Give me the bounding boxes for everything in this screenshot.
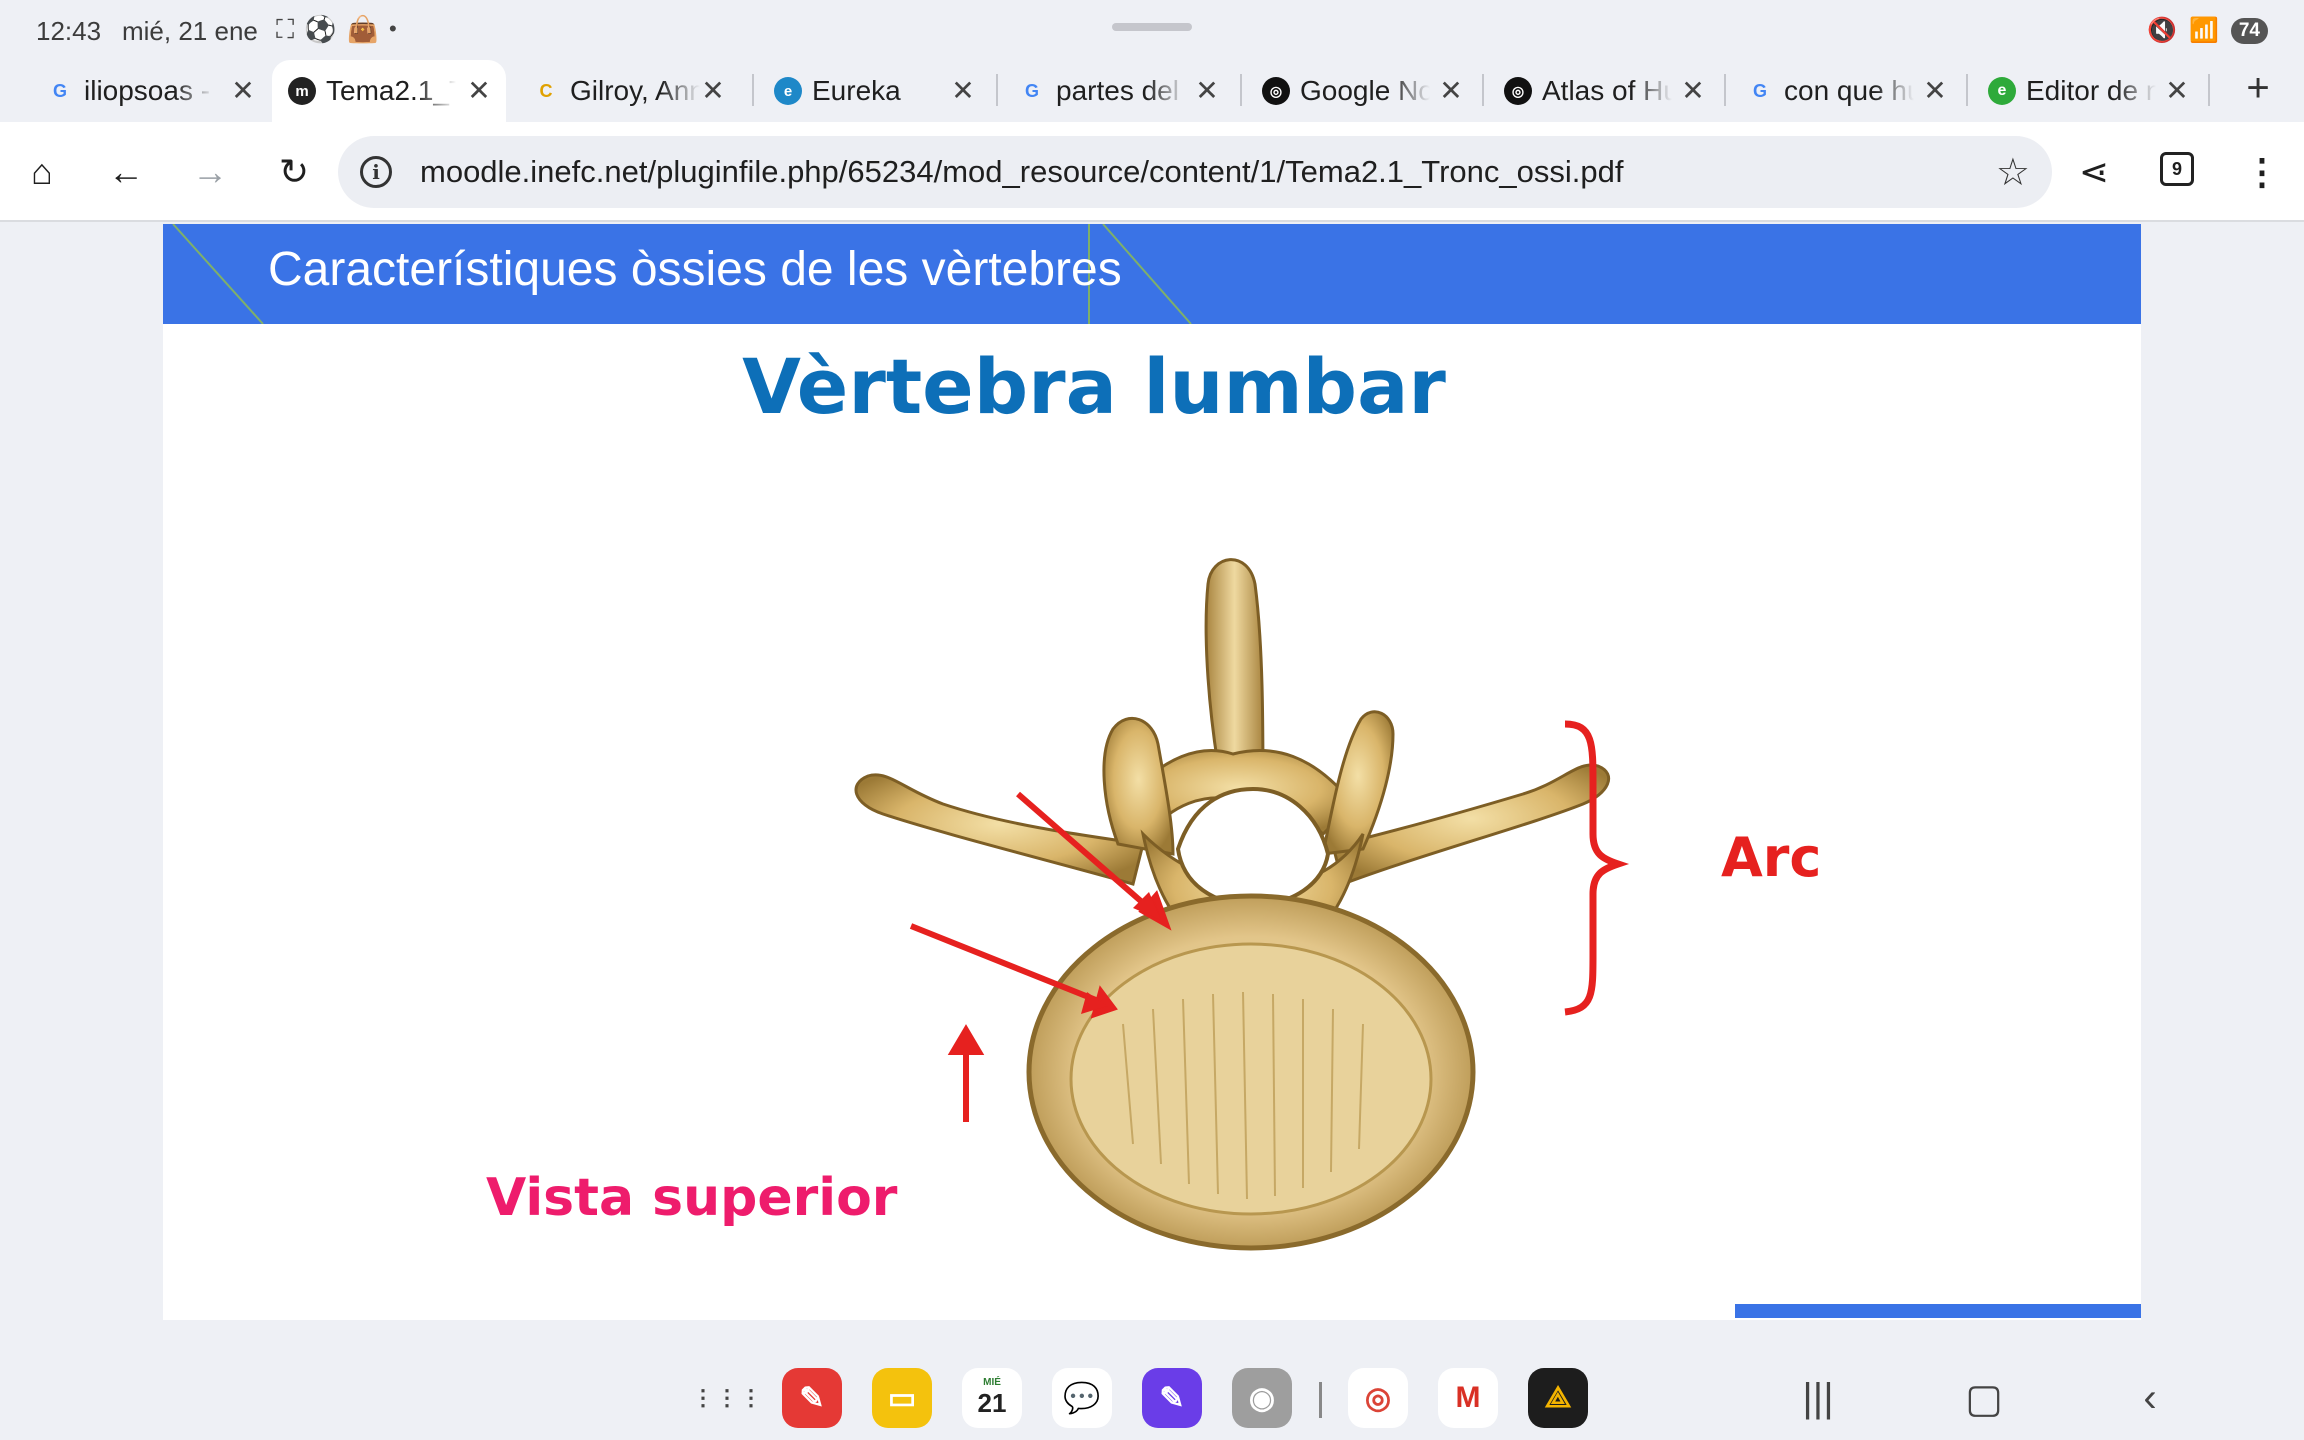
menu-icon[interactable]: ⋮ (2238, 148, 2286, 196)
tab-separator (1724, 74, 1726, 106)
address-bar[interactable]: i moodle.inefc.net/pluginfile.php/65234/… (338, 136, 2052, 208)
soccer-icon: ⚽ (304, 14, 337, 44)
calendar-day: 21 (977, 1388, 1007, 1418)
tab-title: Editor de n (2026, 75, 2156, 106)
close-icon[interactable]: ✕ (1920, 74, 1950, 107)
tab-separator (1966, 74, 1968, 106)
tab-title: Gilroy, Ann (570, 75, 700, 106)
close-icon[interactable]: ✕ (2162, 74, 2192, 107)
tab-eureka[interactable]: e Eureka ✕ (758, 60, 990, 122)
notes-app-icon[interactable]: ✎ (782, 1368, 842, 1428)
close-icon[interactable]: ✕ (1436, 74, 1466, 107)
camera-app-icon[interactable]: ◉ (1232, 1368, 1292, 1428)
tab-title: con que hu (1784, 75, 1914, 106)
reload-icon[interactable]: ↻ (270, 148, 318, 196)
slide-header-band: Característiques òssies de les vèrtebres (163, 224, 2141, 324)
more-dot-icon: • (388, 16, 397, 41)
drag-handle[interactable] (1112, 23, 1192, 31)
tab-title: iliopsoas - (84, 75, 211, 106)
pdf-viewer[interactable]: Característiques òssies de les vèrtebres… (0, 224, 2304, 1320)
files-app-icon[interactable]: ▭ (872, 1368, 932, 1428)
gmail-app-icon[interactable]: M (1438, 1368, 1498, 1428)
back-nav-icon[interactable]: ‹ (2120, 1376, 2180, 1421)
tab-title: Tema2.1_Tr (326, 75, 456, 106)
taskbar: ⋮⋮⋮ ✎ ▭ MIÉ 21 💬 ✎ ◉ ◎ M ⟁ ||| ▢ ‹ (0, 1320, 2304, 1440)
slide-title: Vèrtebra lumbar (742, 342, 1446, 431)
close-icon[interactable]: ✕ (698, 74, 728, 107)
browser-toolbar: ⌂ ← → ↻ i moodle.inefc.net/pluginfile.ph… (0, 122, 2304, 222)
back-icon[interactable]: ← (102, 148, 150, 196)
tab-separator (752, 74, 754, 106)
google-icon: G (52, 80, 67, 101)
mute-icon: 🔇 (2147, 17, 2177, 44)
site-info-icon[interactable]: i (360, 156, 392, 188)
wifi-icon: 📶 (2188, 17, 2219, 44)
tab-partes[interactable]: G partes del ✕ (1002, 60, 1234, 122)
tab-title: Google No (1300, 75, 1430, 106)
tab-title: partes del (1056, 75, 1179, 106)
tab-title: Eureka (812, 75, 901, 106)
tab-strip: G iliopsoas - ✕ m Tema2.1_Tr ✕ C Gilroy,… (0, 58, 2304, 122)
tab-editor[interactable]: e Editor de n ✕ (1972, 60, 2204, 122)
tab-iliopsoas[interactable]: G iliopsoas - ✕ (30, 60, 270, 122)
close-icon[interactable]: ✕ (948, 74, 978, 107)
share-icon[interactable]: ⋖ (2070, 148, 2118, 196)
recents-icon[interactable]: ||| (1788, 1376, 1848, 1421)
tab-separator (1482, 74, 1484, 106)
battery-icon: 74 (2230, 17, 2268, 44)
tab-switcher-button[interactable]: 9 (2160, 152, 2194, 186)
tab-gilroy[interactable]: C Gilroy, Ann ✕ (516, 60, 740, 122)
notebooklm-icon: ◎ (1504, 77, 1532, 105)
label-vista-superior: Vista superior (486, 1168, 898, 1228)
home-icon[interactable]: ⌂ (18, 148, 66, 196)
close-icon[interactable]: ✕ (1678, 74, 1708, 107)
moodle-icon: m (288, 77, 316, 105)
taskbar-separator (1319, 1382, 1322, 1418)
editor-icon: e (1988, 77, 2016, 105)
c-icon: C (539, 80, 553, 101)
home-nav-icon[interactable]: ▢ (1954, 1376, 2014, 1422)
google-icon: G (1752, 80, 1767, 101)
tab-separator (996, 74, 998, 106)
close-icon[interactable]: ✕ (228, 74, 258, 107)
bookmark-star-icon[interactable]: ☆ (1996, 150, 2030, 195)
label-arc: Arc (1721, 826, 1822, 889)
tab-google-notebook[interactable]: ◎ Google No ✕ (1246, 60, 1478, 122)
pdf-page: Característiques òssies de les vèrtebres… (163, 224, 2141, 1320)
app-drawer-icon[interactable]: ⋮⋮⋮ (692, 1368, 762, 1428)
status-time: 12:43 (36, 16, 102, 46)
tab-separator (2208, 74, 2210, 106)
google-icon: G (1024, 80, 1039, 101)
screen: 12:43 mié, 21 ene ⛶ ⚽ 👜 • 🔇 📶 74 G iliop… (0, 0, 2304, 1440)
messages-app-icon[interactable]: 💬 (1052, 1368, 1112, 1428)
tab-separator (1240, 74, 1242, 106)
calendar-app-icon[interactable]: MIÉ 21 (962, 1368, 1022, 1428)
status-date: mié, 21 ene (122, 16, 258, 46)
chrome-app-icon[interactable]: ◎ (1348, 1368, 1408, 1428)
notebooklm-icon: ◎ (1262, 77, 1290, 105)
close-icon[interactable]: ✕ (464, 74, 494, 107)
calendar-month: MIÉ (983, 1377, 1001, 1388)
close-icon[interactable]: ✕ (1192, 74, 1222, 107)
slide-header-text: Característiques òssies de les vèrtebres (268, 243, 1122, 296)
eureka-icon: e (774, 77, 802, 105)
arrowheads (1081, 892, 1161, 1014)
tab-con-que[interactable]: G con que hu ✕ (1730, 60, 1962, 122)
screenshot-icon: ⛶ (276, 14, 295, 44)
tab-tema2[interactable]: m Tema2.1_Tr ✕ (272, 60, 506, 122)
shopping-bag-icon: 👜 (346, 14, 379, 44)
browser-app-icon[interactable]: ✎ (1142, 1368, 1202, 1428)
tab-atlas[interactable]: ◎ Atlas of Hu ✕ (1488, 60, 1720, 122)
app-icon[interactable]: ⟁ (1528, 1368, 1588, 1428)
status-notification-icons: ⛶ ⚽ 👜 • (276, 14, 397, 44)
status-system-icons: 🔇 📶 74 (2147, 16, 2268, 45)
url-text[interactable]: moodle.inefc.net/pluginfile.php/65234/mo… (420, 154, 1623, 190)
tab-title: Atlas of Hu (1542, 75, 1672, 106)
status-bar: 12:43 mié, 21 ene ⛶ ⚽ 👜 • 🔇 📶 74 (0, 0, 2304, 58)
new-tab-button[interactable]: + (2234, 66, 2282, 111)
page-progress-bar (1738, 1304, 2141, 1318)
forward-icon[interactable]: → (186, 148, 234, 196)
